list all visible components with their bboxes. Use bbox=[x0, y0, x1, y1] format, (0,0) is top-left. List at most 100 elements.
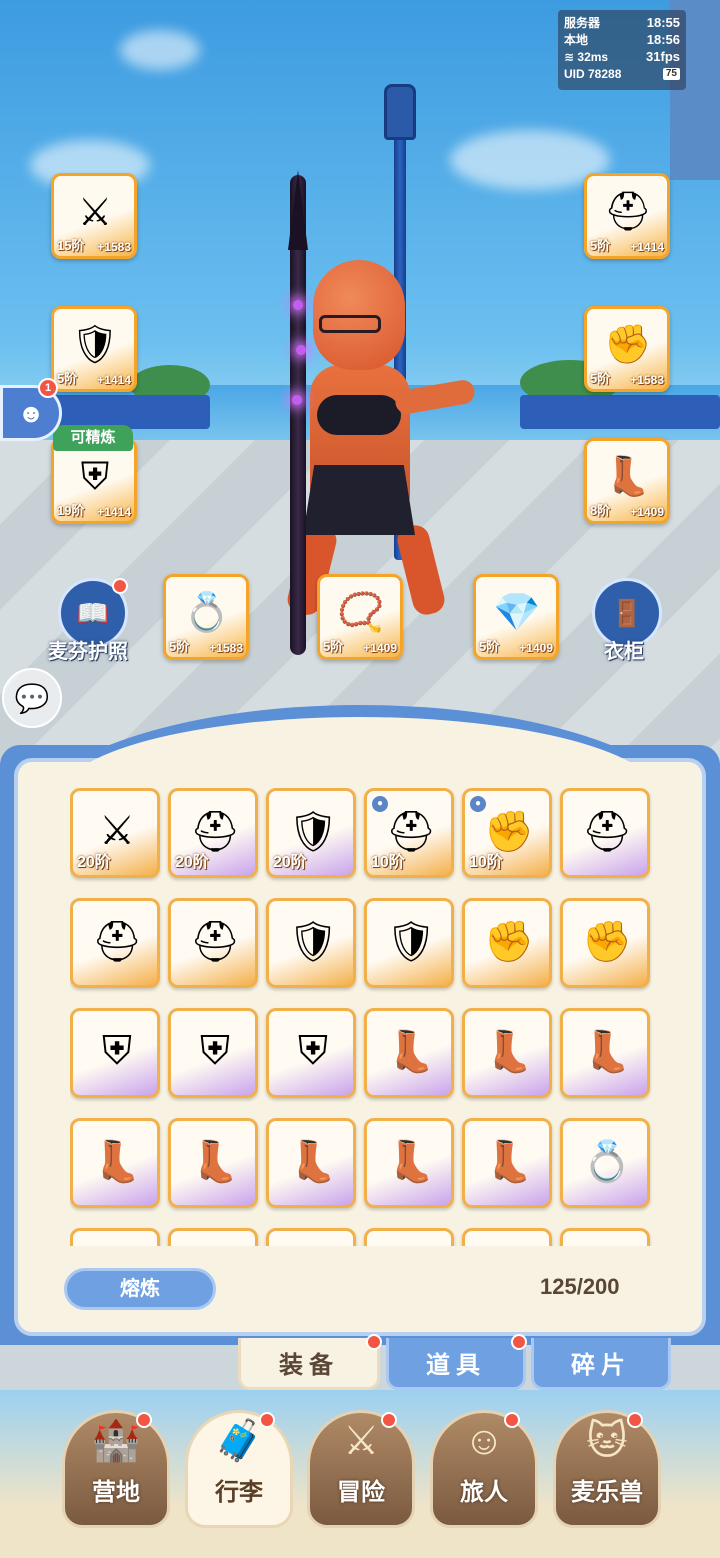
item-tier: 10阶 bbox=[469, 854, 503, 871]
slot-tier: 5阶 bbox=[590, 371, 611, 386]
equip-slot-weapon[interactable]: ⚔ 15阶 +1583 bbox=[51, 173, 137, 259]
inventory-item[interactable]: 📿 bbox=[560, 1228, 650, 1246]
inventory-capacity: 125/200 bbox=[540, 1274, 620, 1299]
inventory-item[interactable]: 💍 bbox=[266, 1228, 356, 1246]
equip-slot-chest[interactable]: 🛡 5阶 +1414 bbox=[51, 306, 137, 392]
slot-tier: 8阶 bbox=[590, 503, 611, 518]
slot-bonus: +1583 bbox=[630, 373, 664, 387]
inventory-item[interactable]: ⛑ bbox=[70, 898, 160, 988]
inventory-item[interactable]: 🛡 20阶 bbox=[266, 788, 356, 878]
inventory-item[interactable]: ✊ ● 10阶 bbox=[462, 788, 552, 878]
railing bbox=[520, 395, 720, 429]
inventory-item[interactable]: 👢 bbox=[462, 1118, 552, 1208]
inventory-item[interactable]: ⛑ bbox=[560, 788, 650, 878]
necklace-icon: 📿 bbox=[479, 1241, 539, 1246]
nav-adventure[interactable]: ⚔ 冒险 bbox=[307, 1410, 415, 1528]
local-label: 本地 bbox=[564, 33, 589, 47]
inventory-item[interactable]: 👢 bbox=[168, 1118, 258, 1208]
necklace-icon: 📿 bbox=[337, 592, 385, 634]
inventory-item[interactable]: ✊ bbox=[560, 898, 650, 988]
battery-level: 75 bbox=[665, 67, 677, 79]
nav-traveler[interactable]: ☺ 旅人 bbox=[430, 1410, 538, 1528]
refinable-tag: 可精炼 bbox=[53, 425, 133, 451]
boots-icon: 👢 bbox=[288, 1139, 338, 1184]
magic-glow bbox=[292, 395, 302, 405]
slot-tier: 19阶 bbox=[57, 503, 85, 518]
nav-camp[interactable]: 🏰 营地 bbox=[62, 1410, 170, 1528]
slot-bonus: +1414 bbox=[97, 505, 131, 519]
inventory-item[interactable]: ⛑ ● 10阶 bbox=[364, 788, 454, 878]
equip-slot-gloves[interactable]: ✊ 5阶 +1583 bbox=[584, 306, 670, 392]
inventory-item[interactable]: 🛡 bbox=[364, 898, 454, 988]
leg-armor-icon: ⛨ bbox=[298, 1028, 328, 1073]
inventory-item[interactable]: 💍 bbox=[560, 1118, 650, 1208]
smelt-button[interactable]: 熔炼 bbox=[64, 1268, 216, 1310]
inventory-item[interactable]: 🛡 bbox=[266, 898, 356, 988]
nav-pets[interactable]: 🐱 麦乐兽 bbox=[553, 1410, 661, 1528]
equip-slot-boots[interactable]: 👢 8阶 +1409 bbox=[584, 438, 670, 524]
notification-dot bbox=[136, 1412, 152, 1428]
boots-icon: 👢 bbox=[386, 1029, 436, 1074]
inventory-item[interactable]: ⛑ bbox=[168, 898, 258, 988]
inventory-grid: ⚔ 20阶 ⛑ 20阶 🛡 20阶 ⛑ ● 10阶 ✊ ● 10阶 ⛑ ⛑ ⛑ 🛡 🛡 ✊ ✊ ⛨ ⛨ ⛨ 👢 👢 👢 👢 👢 👢 👢 👢… bbox=[70, 788, 652, 1246]
leg-armor-icon: ⛨ bbox=[80, 455, 110, 498]
necklace-icon: 📿 bbox=[577, 1241, 637, 1246]
inventory-item[interactable]: 👢 bbox=[364, 1008, 454, 1098]
ring-icon: 💍 bbox=[185, 1241, 245, 1246]
gloves-icon: ✊ bbox=[604, 324, 652, 366]
inventory-item[interactable]: ⛨ bbox=[168, 1008, 258, 1098]
inventory-item[interactable]: 👢 bbox=[266, 1118, 356, 1208]
inventory-item[interactable]: 👢 bbox=[70, 1118, 160, 1208]
nav-luggage[interactable]: 🧳 行李 bbox=[185, 1410, 293, 1528]
boots-icon: 👢 bbox=[604, 456, 652, 498]
server-time: 18:55 bbox=[646, 15, 680, 30]
slot-tier: 5阶 bbox=[479, 639, 500, 654]
equip-slot-ring[interactable]: 💍 5阶 +1583 bbox=[163, 574, 249, 660]
inventory-item[interactable]: 💍 bbox=[364, 1228, 454, 1246]
equip-slot-helmet[interactable]: ⛑ 5阶 +1414 bbox=[584, 173, 670, 259]
tab-equipment[interactable]: 装备 bbox=[238, 1338, 380, 1390]
wardrobe-label: 衣柜 bbox=[604, 641, 644, 663]
inventory-item[interactable]: ⚔ 20阶 bbox=[70, 788, 160, 878]
status-panel: 服务器 18:55 本地 18:56 ≋ 32ms 31fps UID 78288 75 bbox=[558, 10, 686, 90]
nav-label: 营地 bbox=[92, 1479, 140, 1506]
inventory-item[interactable]: 📿 bbox=[462, 1228, 552, 1246]
ring-icon: 💍 bbox=[87, 1241, 147, 1246]
boots-icon: 👢 bbox=[190, 1139, 240, 1184]
inventory-scroll[interactable]: ⚔ 20阶 ⛑ 20阶 🛡 20阶 ⛑ ● 10阶 ✊ ● 10阶 ⛑ ⛑ ⛑ 🛡 🛡 ✊ ✊ ⛨ ⛨ ⛨ 👢 👢 👢 👢 👢 👢 👢 👢… bbox=[70, 788, 652, 1246]
inventory-item[interactable]: 💍 bbox=[70, 1228, 160, 1246]
cloud bbox=[120, 30, 200, 70]
slot-tier: 5阶 bbox=[590, 238, 611, 253]
boots-icon: 👢 bbox=[386, 1139, 436, 1184]
slot-bonus: +1414 bbox=[97, 373, 131, 387]
chest-icon: 🧳 bbox=[214, 1419, 264, 1463]
item-tier: 20阶 bbox=[273, 854, 307, 871]
inventory-item[interactable]: 👢 bbox=[462, 1008, 552, 1098]
helmet-icon: ⛑ bbox=[91, 919, 143, 964]
chest-armor-icon: 🛡 bbox=[70, 324, 120, 366]
lamp-head bbox=[384, 84, 416, 140]
crossed-swords-icon: ⚔ bbox=[343, 1419, 379, 1463]
inventory-item[interactable]: 👢 bbox=[560, 1008, 650, 1098]
inventory-item[interactable]: ✊ bbox=[462, 898, 552, 988]
character-glasses bbox=[319, 315, 381, 333]
player-character[interactable] bbox=[255, 175, 477, 635]
item-tier: 10阶 bbox=[371, 854, 405, 871]
tab-items[interactable]: 道具 bbox=[386, 1338, 526, 1390]
equip-slot-necklace[interactable]: 📿 5阶 +1409 bbox=[317, 574, 403, 660]
leg-armor-icon: ⛨ bbox=[102, 1028, 132, 1073]
equip-slot-amulet[interactable]: 💎 5阶 +1409 bbox=[473, 574, 559, 660]
helmet-icon: ⛑ bbox=[603, 191, 653, 233]
inventory-item[interactable]: ⛑ 20阶 bbox=[168, 788, 258, 878]
slot-bonus: +1583 bbox=[209, 641, 243, 655]
inventory-item[interactable]: 👢 bbox=[364, 1118, 454, 1208]
inventory-item[interactable]: ⛨ bbox=[70, 1008, 160, 1098]
uid-value: UID 78288 bbox=[564, 66, 622, 81]
chest-armor-icon: 🛡 bbox=[287, 919, 339, 964]
inventory-item[interactable]: ⛨ bbox=[266, 1008, 356, 1098]
tab-fragments[interactable]: 碎片 bbox=[531, 1338, 671, 1390]
inventory-item[interactable]: 💍 bbox=[168, 1228, 258, 1246]
slot-bonus: +1409 bbox=[519, 641, 553, 655]
lock-icon: ● bbox=[470, 796, 486, 812]
boots-icon: 👢 bbox=[484, 1029, 534, 1074]
